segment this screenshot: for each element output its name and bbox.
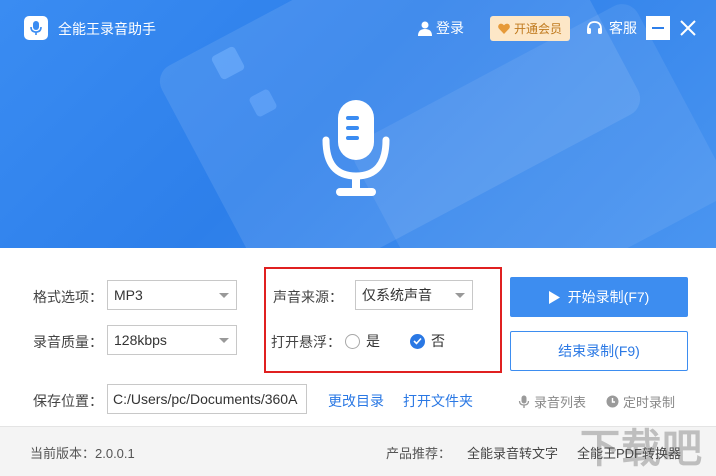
quality-value: 128kbps bbox=[114, 332, 167, 348]
close-icon[interactable] bbox=[676, 16, 700, 40]
clock-icon bbox=[606, 395, 619, 408]
start-record-button[interactable]: 开始录制(F7) bbox=[510, 277, 688, 317]
list-icon bbox=[518, 395, 530, 408]
login-label: 登录 bbox=[436, 20, 464, 36]
save-path-value: C:/Users/pc/Documents/360A bbox=[113, 391, 298, 407]
open-folder-link[interactable]: 打开文件夹 bbox=[403, 391, 473, 411]
record-list-button[interactable]: 录音列表 bbox=[518, 392, 586, 411]
float-label: 打开悬浮： bbox=[271, 334, 341, 350]
format-select[interactable]: MP3 bbox=[107, 280, 237, 310]
app-title: 全能王录音助手 bbox=[58, 21, 156, 37]
mic-logo-icon bbox=[24, 16, 48, 40]
service-button[interactable]: 客服 bbox=[586, 18, 637, 38]
version-text: 当前版本：2.0.0.1 bbox=[30, 446, 135, 461]
float-no-label: 否 bbox=[431, 333, 445, 349]
float-no-radio[interactable]: 否 bbox=[410, 331, 445, 351]
source-label: 声音来源： bbox=[273, 289, 343, 305]
recommend-label: 产品推荐： bbox=[386, 446, 452, 461]
check-icon bbox=[410, 333, 425, 349]
source-select[interactable]: 仅系统声音 bbox=[355, 280, 473, 310]
chevron-down-icon bbox=[219, 293, 229, 298]
user-icon bbox=[418, 21, 432, 36]
quality-select[interactable]: 128kbps bbox=[107, 325, 237, 355]
format-value: MP3 bbox=[114, 287, 143, 303]
chevron-down-icon bbox=[219, 338, 229, 343]
float-yes-radio[interactable]: 是 bbox=[345, 331, 380, 351]
quality-label: 录音质量： bbox=[33, 334, 103, 350]
save-location-label: 保存位置： bbox=[33, 393, 103, 409]
login-button[interactable]: 登录 bbox=[418, 18, 464, 38]
timer-record-button[interactable]: 定时录制 bbox=[606, 392, 675, 411]
change-dir-link[interactable]: 更改目录 bbox=[328, 391, 384, 411]
float-yes-label: 是 bbox=[366, 333, 380, 349]
format-label: 格式选项： bbox=[33, 289, 103, 305]
stop-record-button[interactable]: 结束录制(F9) bbox=[510, 331, 688, 371]
watermark: 下载吧 bbox=[580, 427, 703, 471]
start-record-label: 开始录制(F7) bbox=[567, 289, 650, 305]
vip-button[interactable]: 开通会员 bbox=[490, 16, 570, 41]
headset-icon bbox=[587, 21, 602, 34]
vip-label: 开通会员 bbox=[513, 22, 562, 36]
service-label: 客服 bbox=[609, 20, 637, 36]
vip-heart-icon bbox=[498, 23, 510, 34]
product-link-transcribe[interactable]: 全能录音转文字 bbox=[467, 443, 558, 462]
minimize-icon[interactable] bbox=[646, 16, 670, 40]
save-path-field[interactable]: C:/Users/pc/Documents/360A bbox=[107, 384, 307, 414]
chevron-down-icon bbox=[455, 293, 465, 298]
timer-record-label: 定时录制 bbox=[623, 395, 676, 410]
title-bar: 全能王录音助手 登录 开通会员 客服 bbox=[0, 0, 716, 56]
play-icon bbox=[548, 290, 560, 304]
microphone-icon bbox=[322, 100, 390, 196]
source-value: 仅系统声音 bbox=[362, 287, 432, 303]
radio-circle bbox=[345, 333, 360, 349]
record-list-label: 录音列表 bbox=[534, 395, 587, 410]
stop-record-label: 结束录制(F9) bbox=[558, 343, 640, 359]
